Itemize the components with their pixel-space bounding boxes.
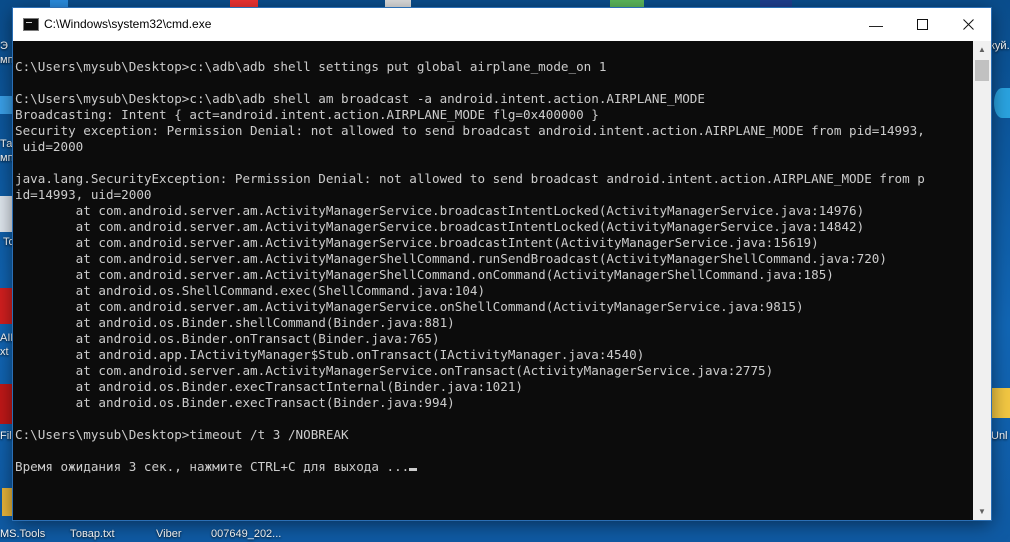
console-line: C:\Users\mysub\Desktop>c:\adb\adb shell …: [15, 59, 607, 74]
minimize-button[interactable]: —: [853, 8, 899, 41]
scroll-up-arrow-icon[interactable]: ▲: [973, 41, 991, 58]
console-line: at android.os.ShellCommand.exec(ShellCom…: [15, 283, 486, 298]
console-line: at android.app.IActivityManager$Stub.onT…: [15, 347, 645, 362]
console-line: at com.android.server.am.ActivityManager…: [15, 299, 804, 314]
console-line: at com.android.server.am.ActivityManager…: [15, 235, 819, 250]
desktop-bottom-labels: MS.Tools Товар.txt Viber 007649_202...: [0, 522, 1010, 542]
maximize-button[interactable]: [899, 8, 945, 41]
console-line: at com.android.server.am.ActivityManager…: [15, 267, 834, 282]
window-title: C:\Windows\system32\cmd.exe: [44, 17, 212, 31]
desktop-label-left: мп: [0, 152, 14, 164]
scroll-down-arrow-icon[interactable]: ▼: [973, 503, 991, 520]
console-line: java.lang.SecurityException: Permission …: [15, 171, 925, 186]
desktop-icon-top-4[interactable]: [610, 0, 644, 8]
text-cursor: [409, 468, 418, 471]
console-text: C:\Users\mysub\Desktop>c:\adb\adb shell …: [13, 59, 925, 475]
console-line: C:\Users\mysub\Desktop>timeout /t 3 /NOB…: [15, 427, 349, 442]
folder-icon[interactable]: [992, 388, 1010, 418]
desktop-icon-left-2[interactable]: [0, 196, 12, 232]
console-line: at android.os.Binder.onTransact(Binder.j…: [15, 331, 440, 346]
desktop-label-bottom[interactable]: Товар.txt: [70, 528, 115, 540]
desktop-label-left: Э: [0, 40, 8, 52]
console-line: Security exception: Permission Denial: n…: [15, 123, 925, 138]
console-line: at com.android.server.am.ActivityManager…: [15, 219, 865, 234]
desktop-icon-top-2[interactable]: [230, 0, 258, 8]
desktop-icon-left-4[interactable]: [0, 384, 13, 424]
desktop-label-bottom[interactable]: Viber: [156, 528, 181, 540]
desktop-label-right: Unl: [991, 430, 1008, 442]
console-line: at com.android.server.am.ActivityManager…: [15, 251, 887, 266]
console-line: at com.android.server.am.ActivityManager…: [15, 363, 774, 378]
desktop-label-bottom[interactable]: 007649_202...: [211, 528, 281, 540]
desktop-icon-left-3[interactable]: [0, 288, 13, 324]
desktop-label-bottom[interactable]: MS.Tools: [0, 528, 45, 540]
console-line: Время ожидания 3 сек., нажмите CTRL+C дл…: [15, 459, 410, 474]
desktop-icon-top-5[interactable]: [760, 0, 792, 8]
vertical-scrollbar[interactable]: ▲ ▼: [973, 41, 991, 520]
desktop-label-right: куй.: [990, 40, 1010, 52]
console-line: Broadcasting: Intent { act=android.inten…: [15, 107, 599, 122]
close-icon: [962, 19, 974, 30]
scrollbar-thumb[interactable]: [975, 60, 989, 81]
console-line: id=14993, uid=2000: [15, 187, 152, 202]
console-line: at android.os.Binder.execTransact(Binder…: [15, 395, 455, 410]
cmd-icon: [23, 18, 39, 31]
console-line: uid=2000: [15, 139, 84, 154]
window-titlebar[interactable]: C:\Windows\system32\cmd.exe —: [13, 8, 991, 41]
console-line: at android.os.Binder.execTransactInterna…: [15, 379, 523, 394]
desktop-label-left: xt: [0, 346, 9, 358]
desktop-icon-right-1[interactable]: [994, 88, 1010, 118]
desktop-label-left: Та: [0, 138, 13, 150]
close-button[interactable]: [945, 8, 991, 41]
desktop-icon-top-1[interactable]: [50, 0, 68, 8]
maximize-icon: [916, 19, 928, 30]
cmd-window[interactable]: C:\Windows\system32\cmd.exe — C:\Users\m…: [13, 8, 991, 520]
console-line: C:\Users\mysub\Desktop>c:\adb\adb shell …: [15, 91, 705, 106]
console-line: at com.android.server.am.ActivityManager…: [15, 203, 865, 218]
desktop-icon-left-5[interactable]: [2, 488, 12, 516]
console-line: at android.os.Binder.shellCommand(Binder…: [15, 315, 455, 330]
desktop-icon-top-3[interactable]: [385, 0, 411, 8]
desktop-label-left: мп: [0, 54, 14, 66]
desktop-icon-left-1[interactable]: [0, 96, 12, 114]
console-output[interactable]: C:\Users\mysub\Desktop>c:\adb\adb shell …: [13, 41, 973, 520]
